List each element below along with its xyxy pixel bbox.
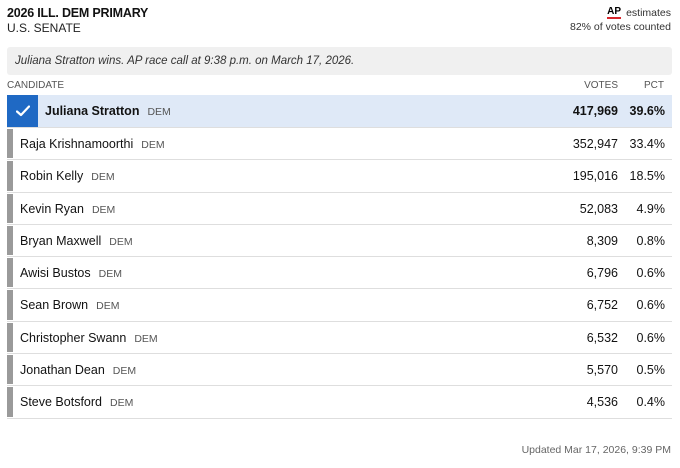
column-header-votes: VOTES (584, 80, 618, 91)
candidate-votes: 52,083 (579, 201, 618, 216)
candidate-pct: 0.6% (636, 298, 666, 313)
results-widget: 2026 ILL. DEM PRIMARY U.S. SENATE AP est… (0, 0, 680, 468)
candidate-votes: 5,570 (586, 363, 618, 378)
candidate-name: Robin Kelly DEM (20, 169, 115, 184)
candidate-pct: 0.5% (636, 363, 666, 378)
row-marker (7, 129, 13, 159)
table-row: Sean Brown DEM 6,752 0.6% (7, 289, 672, 322)
candidate-votes: 8,309 (586, 233, 618, 248)
candidate-party: DEM (110, 397, 134, 410)
candidate-votes: 195,016 (572, 169, 618, 184)
candidate-party: DEM (147, 106, 171, 118)
candidate-pct: 4.9% (636, 201, 666, 216)
candidate-name: Sean Brown DEM (20, 298, 120, 313)
ap-estimates-block: AP estimates 82% of votes counted (570, 6, 671, 34)
candidate-pct: 39.6% (629, 104, 665, 118)
candidate-pct: 0.6% (636, 266, 666, 281)
row-marker (7, 161, 13, 191)
row-marker (7, 258, 13, 288)
candidate-pct: 0.8% (636, 233, 666, 248)
candidate-name: Christopher Swann DEM (20, 330, 158, 345)
candidate-party: DEM (141, 139, 165, 151)
table-row: Raja Krishnamoorthi DEM 352,947 33.4% (7, 128, 672, 161)
race-call-banner: Juliana Stratton wins. AP race call at 9… (7, 47, 672, 75)
candidate-name: Bryan Maxwell DEM (20, 233, 133, 248)
candidate-votes: 352,947 (572, 137, 618, 151)
table-row: Robin Kelly DEM 195,016 18.5% (7, 160, 672, 193)
candidate-party: DEM (91, 203, 116, 216)
row-marker (7, 387, 13, 417)
candidate-party: DEM (98, 268, 122, 281)
row-marker (7, 225, 13, 256)
candidate-votes: 6,532 (586, 330, 618, 345)
candidate-votes: 6,796 (586, 266, 618, 281)
table-row: Kevin Ryan DEM 52,083 4.9% (7, 193, 672, 225)
table-row: Christopher Swann DEM 6,532 0.6% (7, 322, 672, 355)
race-subtitle: U.S. SENATE (7, 21, 81, 35)
candidate-party: DEM (91, 171, 115, 184)
ap-estimates-label[interactable]: estimates (626, 7, 671, 19)
candidate-party: DEM (134, 332, 158, 345)
row-marker (7, 193, 13, 223)
updated-timestamp: Updated Mar 17, 2026, 9:39 PM (521, 444, 671, 456)
candidate-name: Awisi Bustos DEM (20, 266, 122, 281)
candidate-pct: 18.5% (629, 169, 665, 184)
candidate-votes: 417,969 (572, 104, 618, 118)
race-title: 2026 ILL. DEM PRIMARY (7, 6, 149, 20)
winner-check-icon (7, 95, 38, 127)
table-row-winner: Juliana Stratton DEM 417,969 39.6% (7, 95, 672, 128)
candidate-name: Jonathan Dean DEM (20, 363, 137, 378)
table-row: Bryan Maxwell DEM 8,309 0.8% (7, 225, 672, 258)
candidate-party: DEM (109, 235, 133, 248)
candidate-pct: 33.4% (629, 137, 665, 151)
row-marker (7, 355, 13, 385)
row-marker (7, 290, 13, 320)
row-marker (7, 322, 13, 353)
column-header-candidate: CANDIDATE (7, 80, 65, 91)
table-header: CANDIDATE VOTES PCT (7, 79, 672, 96)
candidate-name: Steve Botsford DEM (20, 395, 134, 410)
table-row: Jonathan Dean DEM 5,570 0.5% (7, 354, 672, 387)
race-call-text: Juliana Stratton wins. AP race call at 9… (15, 55, 355, 67)
candidate-name: Raja Krishnamoorthi DEM (20, 137, 165, 151)
ap-logo: AP (607, 6, 622, 19)
candidate-votes: 4,536 (586, 395, 618, 410)
table-row: Awisi Bustos DEM 6,796 0.6% (7, 257, 672, 290)
column-header-pct: PCT (644, 80, 664, 91)
candidate-votes: 6,752 (586, 298, 618, 313)
table-row: Steve Botsford DEM 4,536 0.4% (7, 386, 672, 419)
votes-counted: 82% of votes counted (570, 21, 671, 33)
results-table: Juliana Stratton DEM 417,969 39.6% Raja K… (7, 95, 672, 419)
candidate-pct: 0.6% (636, 330, 666, 345)
candidate-name: Kevin Ryan DEM (20, 201, 116, 216)
candidate-party: DEM (112, 365, 137, 378)
candidate-party: DEM (96, 300, 120, 313)
candidate-pct: 0.4% (636, 395, 666, 410)
candidate-name: Juliana Stratton DEM (45, 104, 171, 118)
